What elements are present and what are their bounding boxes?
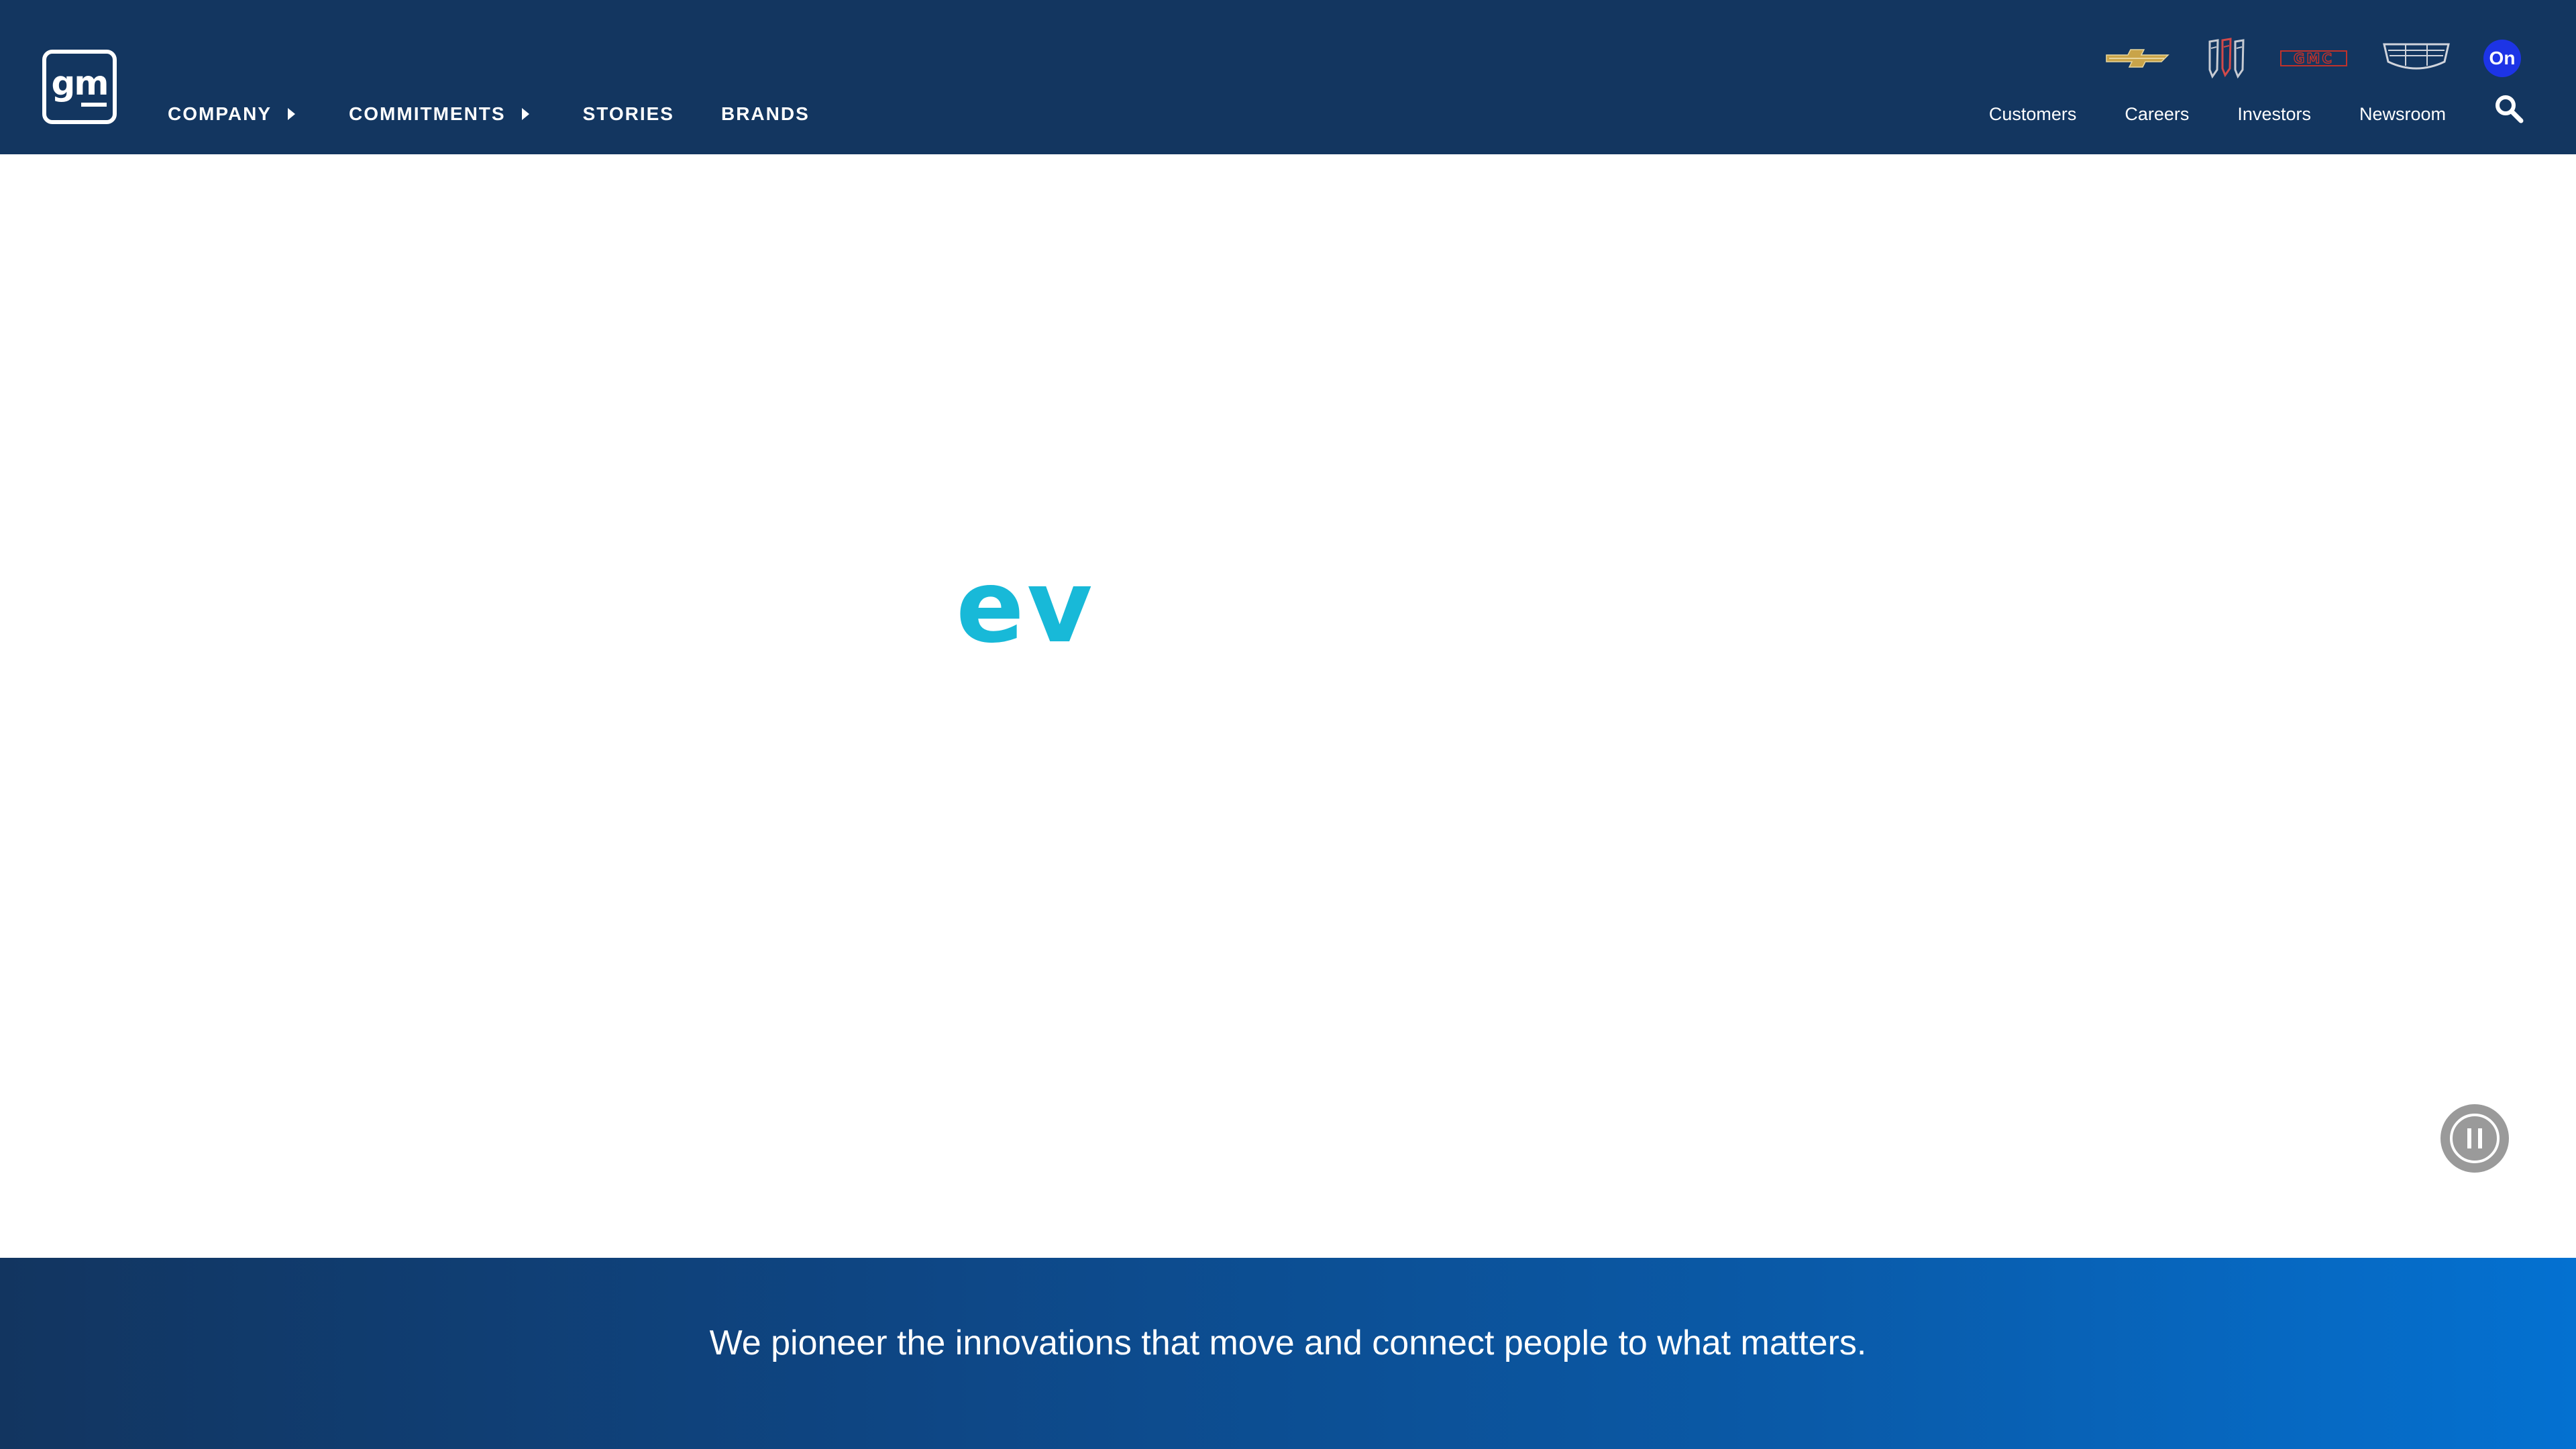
pause-icon-bar (2467, 1128, 2471, 1148)
onstar-logo[interactable]: On (2483, 40, 2521, 77)
nav-commitments[interactable]: COMMITMENTS (349, 103, 529, 125)
caret-right-icon (521, 108, 529, 120)
gm-logo-text: gm (51, 63, 109, 103)
nav-commitments-label: COMMITMENTS (349, 103, 506, 124)
onstar-logo-text: On (2489, 48, 2516, 68)
cadillac-logo[interactable] (2381, 40, 2451, 75)
caret-right-icon (288, 108, 296, 120)
gmc-logo[interactable]: GMC (2279, 48, 2348, 68)
util-link-careers[interactable]: Careers (2125, 104, 2189, 125)
pause-button[interactable] (2440, 1104, 2509, 1173)
nav-brands-label: BRANDS (720, 103, 810, 124)
nav-stories[interactable]: STORIES (583, 103, 674, 125)
buick-logo[interactable] (2206, 38, 2250, 79)
site-header: gm COMPANY COMMITMENTS STORIES BRANDS GM… (0, 0, 2576, 154)
nav-company[interactable]: COMPANY (168, 103, 296, 125)
pause-icon-bar (2478, 1128, 2482, 1148)
gmc-logo-text: GMC (2294, 50, 2334, 66)
brand-logos: GMC On (2100, 35, 2529, 82)
util-link-investors[interactable]: Investors (2237, 104, 2311, 125)
hero-section: ev (0, 154, 2576, 1258)
util-link-customers[interactable]: Customers (1989, 104, 2077, 125)
nav-brands[interactable]: BRANDS (721, 103, 810, 125)
utility-nav: Customers Careers Investors Newsroom (1989, 95, 2576, 126)
main-nav: COMPANY COMMITMENTS STORIES BRANDS (168, 102, 810, 126)
util-link-newsroom[interactable]: Newsroom (2359, 104, 2446, 125)
tagline-text: We pioneer the innovations that move and… (709, 1324, 1867, 1362)
pause-icon (2450, 1114, 2500, 1163)
nav-stories-label: STORIES (582, 103, 674, 124)
gm-logo[interactable]: gm (42, 50, 117, 124)
chevrolet-logo[interactable] (2105, 47, 2169, 70)
hero-animated-word: ev (956, 549, 1095, 665)
gm-logo-underline (81, 103, 107, 107)
search-icon[interactable] (2494, 94, 2524, 123)
tagline-banner: We pioneer the innovations that move and… (0, 1258, 2576, 1449)
nav-company-label: COMPANY (168, 103, 272, 124)
